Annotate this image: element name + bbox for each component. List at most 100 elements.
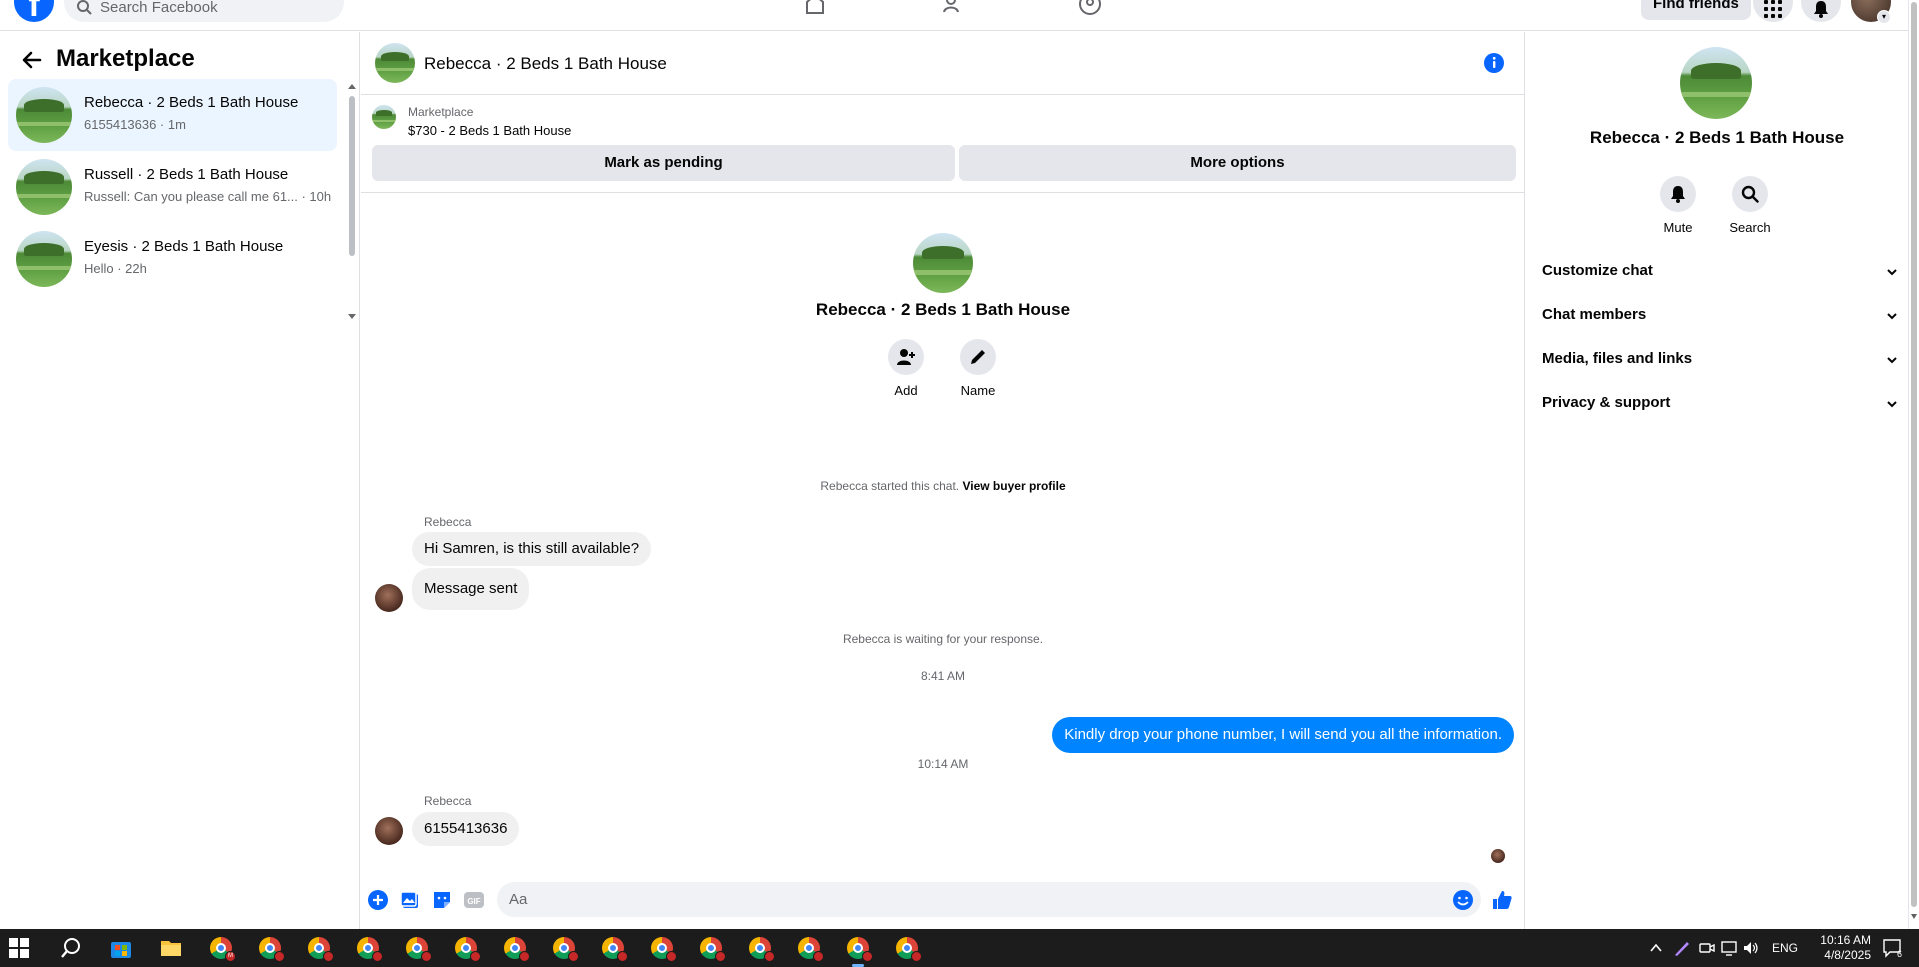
chevron-down-icon xyxy=(1887,401,1897,408)
chrome-profile-icon[interactable] xyxy=(798,937,824,962)
chrome-profile-icon[interactable] xyxy=(406,937,432,962)
sender-avatar[interactable] xyxy=(375,584,403,612)
clock-time: 10:16 AM xyxy=(1820,933,1871,947)
scrollbar-thumb[interactable] xyxy=(1911,2,1917,907)
pen-app-icon[interactable] xyxy=(1673,939,1691,957)
chevron-down-icon xyxy=(1887,269,1897,276)
name-chat-button[interactable]: Name xyxy=(948,339,1008,398)
conversation-item[interactable]: Russell · 2 Beds 1 Bath House Russell: C… xyxy=(8,151,337,223)
conversation-preview: 6155413636 · 1m xyxy=(84,117,186,132)
intro-chat-name: Rebecca · 2 Beds 1 Bath House xyxy=(815,300,1071,319)
thumbs-up-icon[interactable] xyxy=(1491,889,1513,911)
friends-icon[interactable] xyxy=(941,0,965,16)
conversation-item[interactable]: Rebecca · 2 Beds 1 Bath House 6155413636… xyxy=(8,79,337,151)
chrome-profile-icon[interactable] xyxy=(504,937,530,962)
facebook-search-box[interactable] xyxy=(64,0,344,22)
plus-circle-icon[interactable] xyxy=(367,889,389,911)
meet-now-icon[interactable] xyxy=(1699,940,1715,956)
top-navigation-bar: f Find friends ▾ xyxy=(0,0,1908,31)
page-scrollbar[interactable] xyxy=(1908,0,1919,929)
sender-name: Rebecca xyxy=(424,515,472,529)
timestamp: 8:41 AM xyxy=(920,669,966,683)
chrome-profile-icon[interactable] xyxy=(553,937,579,962)
chrome-profile-icon[interactable] xyxy=(602,937,628,962)
search-input[interactable] xyxy=(100,0,330,16)
find-friends-button[interactable]: Find friends xyxy=(1641,0,1751,20)
outgoing-message[interactable]: Kindly drop your phone number, I will se… xyxy=(1052,717,1514,753)
listing-thumbnail[interactable] xyxy=(372,105,396,129)
more-options-button[interactable]: More options xyxy=(959,145,1516,181)
sidebar-scrollbar[interactable] xyxy=(348,82,356,319)
scroll-down-arrow-icon[interactable] xyxy=(348,314,356,319)
view-buyer-profile-link[interactable]: View buyer profile xyxy=(962,479,1065,493)
chat-started-text: Rebecca started this chat. xyxy=(820,479,960,493)
conversation-item[interactable]: Eyesis · 2 Beds 1 Bath House Hello · 22h xyxy=(8,223,337,295)
add-people-button[interactable]: Add xyxy=(876,339,936,398)
search-in-conversation-button[interactable]: Search xyxy=(1720,176,1780,235)
account-chevron-down-icon[interactable]: ▾ xyxy=(1877,10,1891,24)
seen-indicator-avatar xyxy=(1491,849,1505,863)
section-label: Customize chat xyxy=(1542,262,1653,279)
chrome-profile-icon[interactable]: M xyxy=(210,937,236,962)
volume-icon[interactable] xyxy=(1743,940,1759,956)
emoji-icon[interactable] xyxy=(1452,889,1474,911)
incoming-message[interactable]: Hi Samren, is this still available? xyxy=(412,532,652,566)
chrome-profile-icon[interactable] xyxy=(700,937,726,962)
media-files-links-section[interactable]: Media, files and links xyxy=(1542,342,1898,378)
svg-text:GIF: GIF xyxy=(467,897,480,906)
windows-start-icon[interactable] xyxy=(9,938,29,958)
listing-thumbnail[interactable] xyxy=(375,43,415,83)
chrome-profile-icon[interactable] xyxy=(749,937,775,962)
chat-title[interactable]: Rebecca · 2 Beds 1 Bath House xyxy=(424,54,667,74)
incoming-message[interactable]: 6155413636 xyxy=(412,812,520,846)
chat-members-section[interactable]: Chat members xyxy=(1542,298,1898,334)
chrome-profile-icon[interactable] xyxy=(896,937,922,962)
show-hidden-icons-chevron-icon[interactable] xyxy=(1649,941,1663,955)
chrome-profile-icon[interactable] xyxy=(651,937,677,962)
scroll-down-arrow-icon[interactable] xyxy=(1911,914,1917,919)
network-icon[interactable] xyxy=(1721,940,1737,956)
clock-date: 4/8/2025 xyxy=(1824,948,1871,962)
timestamp: 10:14 AM xyxy=(917,757,969,771)
waiting-notice: Rebecca is waiting for your response. xyxy=(842,632,1044,646)
message-input[interactable] xyxy=(497,882,1481,917)
customize-chat-section[interactable]: Customize chat xyxy=(1542,254,1898,290)
menu-button[interactable] xyxy=(1753,0,1793,22)
clock[interactable]: 10:16 AM 4/8/2025 xyxy=(1785,933,1871,963)
sender-avatar[interactable] xyxy=(375,817,403,845)
scrollbar-thumb[interactable] xyxy=(349,96,355,256)
privacy-support-section[interactable]: Privacy & support xyxy=(1542,386,1898,422)
home-icon[interactable] xyxy=(803,0,827,16)
conversation-name: Rebecca · 2 Beds 1 Bath House xyxy=(84,94,299,111)
sidebar-title: Marketplace xyxy=(56,45,195,72)
chrome-profile-icon[interactable] xyxy=(308,937,334,962)
notifications-button[interactable] xyxy=(1801,0,1841,22)
back-arrow-icon[interactable] xyxy=(20,48,44,72)
info-icon[interactable] xyxy=(1483,52,1505,74)
sticker-icon[interactable] xyxy=(431,889,453,911)
mute-button[interactable]: Mute xyxy=(1648,176,1708,235)
conversation-name: Eyesis · 2 Beds 1 Bath House xyxy=(84,238,284,255)
add-label: Add xyxy=(894,383,918,398)
gif-icon[interactable]: GIF xyxy=(463,889,485,911)
scroll-up-arrow-icon[interactable] xyxy=(348,84,356,89)
mark-as-pending-button[interactable]: Mark as pending xyxy=(372,145,955,181)
add-person-icon xyxy=(897,349,915,365)
section-label: Media, files and links xyxy=(1542,350,1693,367)
chrome-profile-icon[interactable] xyxy=(357,937,383,962)
photo-icon[interactable] xyxy=(399,889,421,911)
chrome-profile-icon[interactable] xyxy=(259,937,285,962)
chrome-profile-icon[interactable] xyxy=(455,937,481,962)
listing-price-title[interactable]: $730 - 2 Beds 1 Bath House xyxy=(408,123,571,138)
search-icon[interactable] xyxy=(60,937,82,959)
microsoft-store-icon[interactable] xyxy=(110,937,132,959)
chevron-down-icon xyxy=(1887,357,1897,364)
incoming-message[interactable]: Message sent xyxy=(412,568,530,610)
apps-grid-icon xyxy=(1764,0,1782,18)
conversation-name: Russell · 2 Beds 1 Bath House xyxy=(84,166,289,183)
facebook-logo[interactable]: f xyxy=(14,0,54,24)
section-label: Privacy & support xyxy=(1542,394,1671,411)
file-explorer-icon[interactable] xyxy=(160,937,182,959)
groups-icon[interactable] xyxy=(1078,0,1102,16)
chrome-profile-icon[interactable] xyxy=(847,937,873,962)
